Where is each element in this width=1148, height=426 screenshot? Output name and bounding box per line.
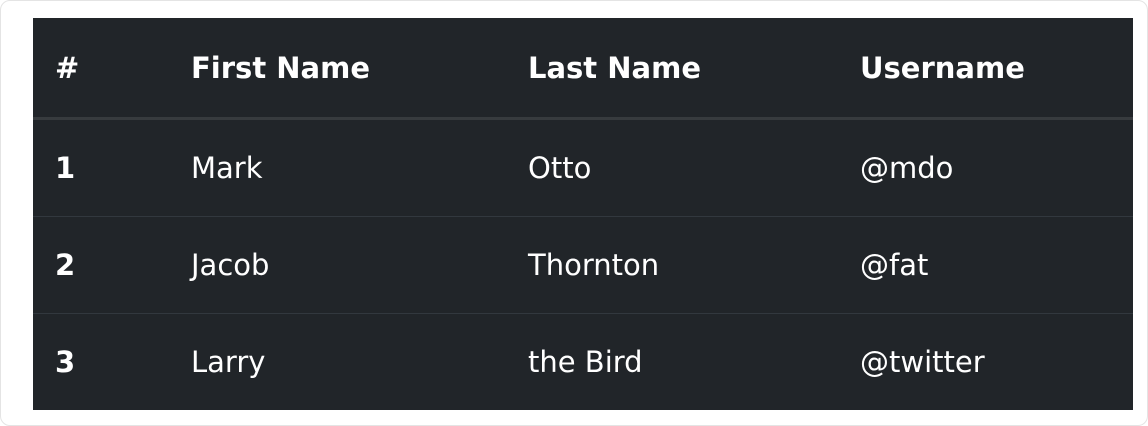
users-table: # First Name Last Name Username 1 Mark O… <box>33 18 1133 410</box>
first-name-cell: Mark <box>191 151 263 185</box>
header-username: Username <box>834 18 1133 120</box>
last-name-cell: the Bird <box>502 313 834 410</box>
row-number: 3 <box>33 313 165 410</box>
screenshot-frame: # First Name Last Name Username 1 Mark O… <box>0 0 1148 426</box>
username-cell: @fat <box>834 216 1133 314</box>
first-name-cell: Larry <box>165 313 502 410</box>
table-row: 3 Larry the Bird @twitter <box>33 313 1133 410</box>
dark-table-container: # First Name Last Name Username 1 Mark O… <box>33 18 1133 410</box>
username-cell: @twitter <box>834 313 1133 410</box>
table-body: 1 Mark Otto @mdo 2 Jacob Thornton @fat 3… <box>33 119 1133 410</box>
header-first-name: First Name <box>165 18 502 120</box>
table-header: # First Name Last Name Username <box>33 18 1133 120</box>
header-row: # First Name Last Name Username <box>33 18 1133 120</box>
last-name-cell: Thornton <box>502 216 834 314</box>
username-cell: @mdo <box>860 151 954 185</box>
row-number: 2 <box>33 216 165 314</box>
header-number: # <box>33 18 165 120</box>
table-row: 1 Mark Otto @mdo <box>33 119 1133 217</box>
first-name-cell: Jacob <box>165 216 502 314</box>
last-name-cell: Otto <box>528 151 592 185</box>
header-last-name: Last Name <box>502 18 834 120</box>
table-row: 2 Jacob Thornton @fat <box>33 216 1133 314</box>
row-number: 1 <box>55 151 76 185</box>
